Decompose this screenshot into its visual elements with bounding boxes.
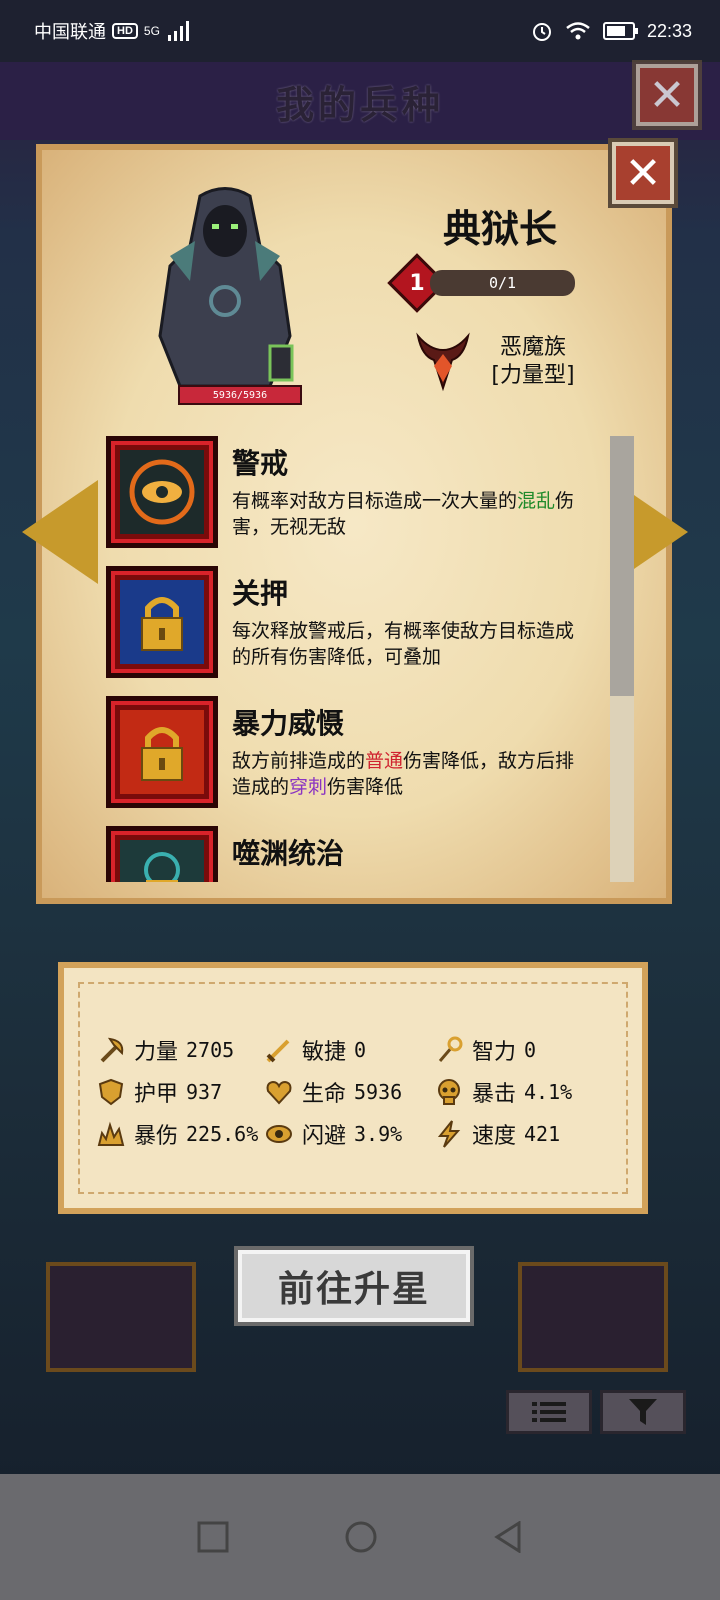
skill-icon — [106, 826, 218, 882]
unit-portrait — [158, 187, 294, 388]
heart-icon — [266, 1080, 292, 1105]
race-label: 恶魔族 — [499, 335, 566, 360]
system-nav-bar — [0, 1474, 720, 1600]
stat-strength: 力量 2705 — [96, 1034, 234, 1066]
skill-icon — [106, 696, 218, 808]
filter-icon — [629, 1399, 657, 1425]
star-progress: 0/1 — [430, 270, 575, 296]
clock: 22:33 — [646, 20, 692, 41]
skill-description: 有概率对敌方目标造成一次大量的混乱伤害，无视无敌 — [232, 490, 575, 538]
eye-icon — [266, 1125, 292, 1143]
type-label: [力量型] — [491, 363, 575, 388]
skill-name: 关押 — [232, 577, 289, 610]
stat-dodge: 闪避 3.9% — [264, 1118, 402, 1150]
eye-icon — [120, 450, 204, 534]
race-info: 恶魔族 [力量型] — [478, 334, 588, 390]
skill-item[interactable]: 关押 每次释放警戒后，有概率使敌方目标造成的所有伤害降低，可叠加 — [106, 566, 606, 686]
lightning-icon — [437, 1120, 461, 1148]
skull-icon — [438, 1079, 460, 1105]
unit-name: 典狱长 — [442, 207, 557, 251]
recent-apps-icon[interactable] — [197, 1521, 229, 1553]
stat-health: 生命 5936 — [264, 1076, 402, 1108]
list-view-button[interactable] — [506, 1390, 592, 1434]
status-bar: 中国联通 HD 5G 22:33 — [0, 0, 720, 62]
lock-burst-icon — [120, 710, 204, 794]
stat-intelligence: 智力 0 — [434, 1034, 536, 1066]
skill-name: 噬渊统治 — [232, 837, 345, 870]
demon-race-icon — [416, 332, 470, 392]
list-icon — [532, 1402, 566, 1422]
alarm-icon — [532, 23, 551, 41]
close-icon: ✕ — [648, 69, 686, 121]
skill-icon — [106, 566, 218, 678]
skill-icon — [106, 436, 218, 548]
upgrade-star-button[interactable]: 前往升星 — [234, 1246, 474, 1326]
unit-thumbnail[interactable] — [46, 1262, 196, 1372]
shield-icon — [98, 1078, 124, 1106]
battery-icon — [602, 22, 638, 40]
skill-description: 每次释放警戒后，有概率使敌方目标造成的所有伤害降低，可叠加 — [232, 620, 575, 668]
stat-agility: 敏捷 0 — [264, 1034, 366, 1066]
stat-armor: 护甲 937 — [96, 1076, 222, 1108]
close-page-button[interactable]: ✕ — [632, 60, 702, 130]
close-icon: ✕ — [624, 147, 662, 199]
wifi-icon — [566, 22, 590, 40]
lock-icon — [120, 580, 204, 664]
stats-panel: 力量 2705 敏捷 0 智力 0 护甲 937 生命 5936 暴击 4.1% 暴伤 225… — [58, 962, 648, 1214]
skill-name: 警戒 — [232, 447, 289, 480]
skill-item[interactable]: 暴力威慑 敌方前排造成的普通伤害降低，敌方后排造成的穿刺伤害降低 — [106, 696, 606, 816]
page-title: 我的兵种 — [275, 82, 444, 127]
axe-icon — [100, 1037, 124, 1063]
carrier-label: 中国联通 — [34, 22, 106, 42]
skill-name: 暴力威慑 — [232, 707, 345, 740]
title-bar: 我的兵种 — [0, 62, 720, 140]
network-label: 5G — [143, 24, 160, 38]
unit-hp-bar: 5936/5936 — [178, 385, 302, 405]
stat-crit: 暴击 4.1% — [434, 1076, 572, 1108]
skills-scrollbar[interactable] — [610, 436, 634, 882]
skill-item[interactable]: 警戒 有概率对敌方目标造成一次大量的混乱伤害，无视无敌 — [106, 436, 606, 556]
staff-icon — [438, 1036, 463, 1062]
close-card-button[interactable]: ✕ — [608, 138, 678, 208]
skill-description: 敌方前排造成的普通伤害降低，敌方后排造成的穿刺伤害降低 — [232, 750, 575, 798]
skills-list[interactable]: 警戒 有概率对敌方目标造成一次大量的混乱伤害，无视无敌 关押 每次释放警戒后，有… — [106, 432, 606, 882]
stat-crit-damage: 暴伤 225.6% — [96, 1118, 258, 1150]
hd-badge: HD — [112, 23, 138, 39]
signal-icon — [167, 21, 189, 41]
lock-swirl-icon — [120, 840, 204, 882]
prev-unit-arrow[interactable] — [22, 480, 98, 584]
back-icon[interactable] — [493, 1521, 523, 1553]
unit-thumbnail[interactable] — [518, 1262, 668, 1372]
home-icon[interactable] — [344, 1520, 378, 1554]
scrollbar-thumb[interactable] — [610, 436, 634, 696]
burst-icon — [97, 1121, 125, 1146]
skill-item[interactable]: 噬渊统治 — [106, 826, 606, 882]
filter-button[interactable] — [600, 1390, 686, 1434]
sword-icon — [266, 1039, 290, 1063]
stat-speed: 速度 421 — [434, 1118, 560, 1150]
